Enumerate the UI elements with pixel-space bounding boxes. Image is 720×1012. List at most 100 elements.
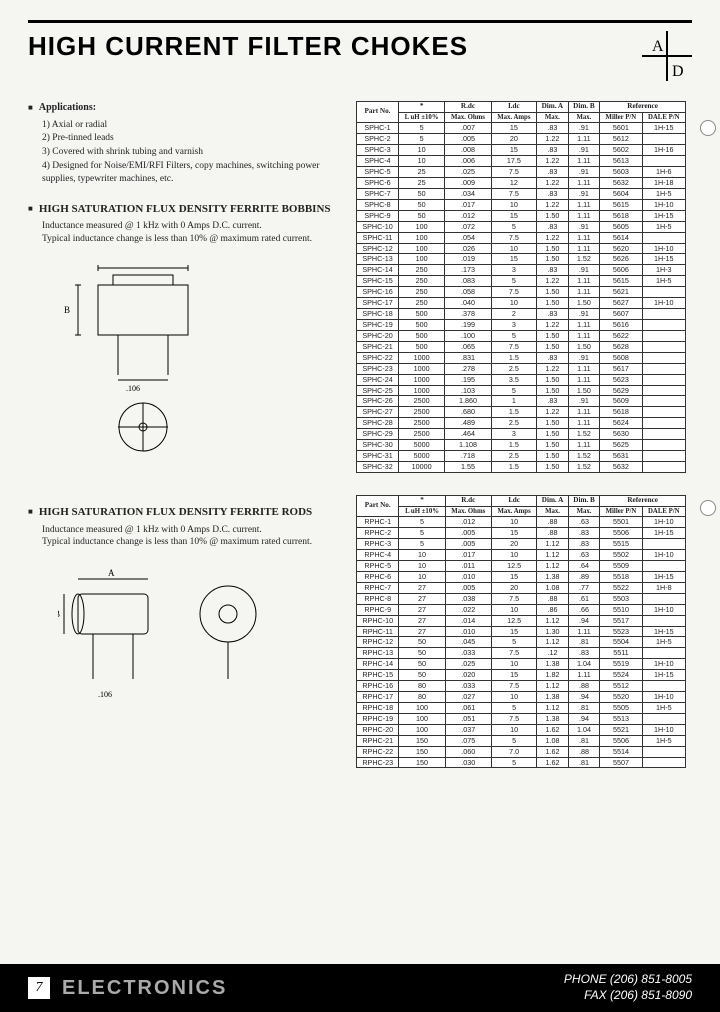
table-row: SPHC-11100.0547.51.221.115614: [357, 232, 686, 243]
table-row: SPHC-525.0257.5.83.9156031H-6: [357, 167, 686, 178]
phone-line: PHONE (206) 851-8005: [564, 972, 692, 988]
section-sub: Inductance measured @ 1 kHz with 0 Amps …: [42, 524, 348, 536]
table-row: RPHC-23150.03051.62.815507: [357, 757, 686, 768]
table-row: RPHC-1027.01412.51.12.945517: [357, 615, 686, 626]
th-dimB: Dim. B: [568, 102, 600, 113]
page-title: HIGH CURRENT FILTER CHOKES: [28, 31, 468, 62]
section-sub: Typical inductance change is less than 1…: [42, 233, 348, 245]
table-row: RPHC-22150.0607.01.62.885514: [357, 746, 686, 757]
table-row: SPHC-10100.0725.83.9156051H-5: [357, 221, 686, 232]
table-row: SPHC-241000.1953.51.501.115623: [357, 374, 686, 385]
table-row: SPHC-14250.1733.83.9156061H-3: [357, 265, 686, 276]
table-row: RPHC-1680.0337.51.12.885512: [357, 681, 686, 692]
section-title: HIGH SATURATION FLUX DENSITY FERRITE ROD…: [39, 505, 312, 520]
table-row: RPHC-1350.0337.5.12.835511: [357, 648, 686, 659]
right-column: Part No. * R.dc I.dc Dim. A Dim. B Refer…: [356, 101, 686, 768]
table-row: RPHC-35.005201.12.835515: [357, 539, 686, 550]
top-rule: [28, 20, 692, 23]
table-row: SPHC-12100.026101.501.1156201H-10: [357, 243, 686, 254]
footer-contact: PHONE (206) 851-8005 FAX (206) 851-8090: [564, 972, 692, 1003]
table-row: SPHC-20500.10051.501.115622: [357, 330, 686, 341]
table-row: SPHC-315000.7182.51.501.525631: [357, 451, 686, 462]
table-row: SPHC-231000.2782.51.221.115617: [357, 363, 686, 374]
table-row: RPHC-1250.04551.12.8155041H-5: [357, 637, 686, 648]
table-row: SPHC-221000.8311.5.83.915608: [357, 352, 686, 363]
table-row: RPHC-25.00515.88.8355061H-15: [357, 528, 686, 539]
table-row: SPHC-17250.040101.501.5056271H-10: [357, 298, 686, 309]
fax-line: FAX (206) 851-8090: [564, 988, 692, 1004]
footer-brand: ELECTRONICS: [62, 977, 227, 1000]
table-row: RPHC-610.010151.38.8955181H-15: [357, 571, 686, 582]
table-row: RPHC-927.02210.86.6655101H-10: [357, 604, 686, 615]
table-row: RPHC-21150.07551.08.8155061H-5: [357, 735, 686, 746]
table-row: SPHC-3050001.1081.51.501.115625: [357, 440, 686, 451]
th-ref: Reference: [600, 102, 686, 113]
left-column: Applications: 1) Axial or radial 2) Pre-…: [28, 101, 348, 768]
svg-text:.106: .106: [98, 690, 112, 699]
application-item: 1) Axial or radial: [42, 119, 348, 132]
table-row: RPHC-827.0387.5.88.615503: [357, 593, 686, 604]
table-row: SPHC-25.005201.221.115612: [357, 134, 686, 145]
table-row: RPHC-20100.037101.621.0455211H-10: [357, 724, 686, 735]
bobbin-drawing: A B .106: [58, 265, 348, 455]
svg-text:B: B: [58, 609, 60, 619]
section-title: HIGH SATURATION FLUX DENSITY FERRITE BOB…: [39, 202, 331, 217]
table-row: SPHC-15250.08351.221.1156151H-5: [357, 276, 686, 287]
table-row: SPHC-251000.10351.501.505629: [357, 385, 686, 396]
applications-list: 1) Axial or radial 2) Pre-tinned leads 3…: [42, 119, 348, 186]
ad-logo: A D: [642, 31, 692, 81]
th-part: Part No.: [357, 102, 399, 123]
th-dimA: Dim. A: [537, 102, 569, 113]
th-part: Part No.: [357, 495, 399, 516]
table-row: RPHC-1550.020151.821.1155241H-15: [357, 670, 686, 681]
table-row: SPHC-19500.19931.221.115616: [357, 319, 686, 330]
section-sub: Inductance measured @ 1 kHz with 0 Amps …: [42, 220, 348, 232]
applications-heading: Applications:: [28, 101, 348, 115]
application-item: 2) Pre-tinned leads: [42, 132, 348, 145]
table-row: SPHC-13100.019151.501.5256261H-15: [357, 254, 686, 265]
table-row: SPHC-850.017101.221.1156151H-10: [357, 199, 686, 210]
table-row: RPHC-510.01112.51.12.645509: [357, 560, 686, 571]
logo-d: D: [672, 63, 684, 80]
logo-a: A: [652, 38, 664, 55]
table-row: SPHC-310.00815.83.9156021H-16: [357, 145, 686, 156]
table-row: SPHC-32100001.551.51.501.525632: [357, 461, 686, 472]
table-row: RPHC-727.005201.08.7755221H-8: [357, 582, 686, 593]
page-number: 7: [28, 977, 50, 999]
table-row: RPHC-18100.06151.12.8155051H-5: [357, 702, 686, 713]
rods-section: HIGH SATURATION FLUX DENSITY FERRITE ROD…: [28, 505, 348, 709]
table-row: SPHC-16250.0587.51.501.115621: [357, 287, 686, 298]
table-row: SPHC-15.00715.83.9156011H-15: [357, 123, 686, 134]
lead-dim: .106: [126, 384, 140, 393]
datasheet-page: HIGH CURRENT FILTER CHOKES A D Applicati…: [0, 0, 720, 1012]
rod-drawing: .106 B A: [58, 569, 348, 709]
th-l: *: [399, 102, 445, 113]
table-row: SPHC-272500.6801.51.221.115618: [357, 407, 686, 418]
table-row: SPHC-282500.4892.51.501.115624: [357, 418, 686, 429]
table-row: SPHC-292500.46431.501.525630: [357, 429, 686, 440]
table-row: RPHC-1127.010151.301.1155231H-15: [357, 626, 686, 637]
application-item: 3) Covered with shrink tubing and varnis…: [42, 146, 348, 159]
table-row: SPHC-18500.3782.83.915607: [357, 309, 686, 320]
table-row: SPHC-21500.0657.51.501.505628: [357, 341, 686, 352]
table-row: RPHC-1450.025101.381.0455191H-10: [357, 659, 686, 670]
table-row: SPHC-410.00617.51.221.115613: [357, 156, 686, 167]
table-row: RPHC-410.017101.12.6355021H-10: [357, 550, 686, 561]
dim-b-label: B: [64, 305, 70, 315]
table-row: RPHC-15.01210.88.6355011H-10: [357, 517, 686, 528]
th-rdc: R.dc: [445, 102, 491, 113]
th-idc: I.dc: [491, 102, 536, 113]
svg-text:A: A: [108, 569, 115, 578]
rods-table: Part No. * R.dc I.dc Dim. A Dim. B Refer…: [356, 495, 686, 769]
hole-punch-icon: [700, 500, 716, 516]
table-row: SPHC-2625001.8601.83.915609: [357, 396, 686, 407]
table-row: RPHC-19100.0517.51.38.945513: [357, 713, 686, 724]
table-row: SPHC-625.009121.221.1156321H-18: [357, 178, 686, 189]
table-row: RPHC-1780.027101.38.9455201H-10: [357, 692, 686, 703]
dim-a-label: A: [140, 265, 147, 267]
table-row: SPHC-950.012151.501.1156181H-15: [357, 210, 686, 221]
content-area: Applications: 1) Axial or radial 2) Pre-…: [28, 101, 692, 768]
bobbins-section: HIGH SATURATION FLUX DENSITY FERRITE BOB…: [28, 202, 348, 456]
hole-punch-icon: [700, 120, 716, 136]
application-item: 4) Designed for Noise/EMI/RFI Filters, c…: [42, 160, 348, 186]
